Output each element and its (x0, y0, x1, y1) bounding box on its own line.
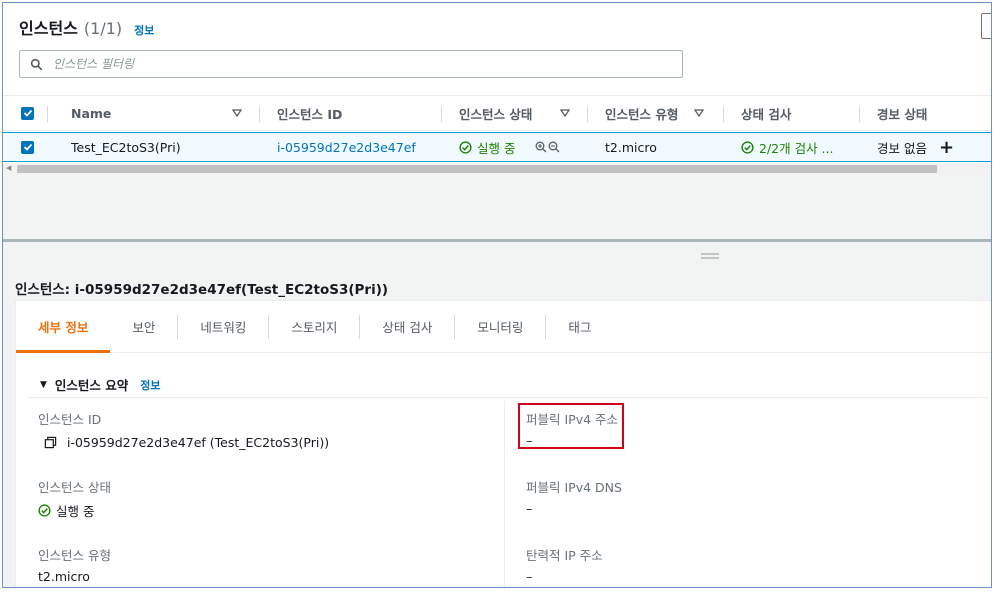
sort-down-icon[interactable] (231, 107, 243, 119)
field-value-instance-type: t2.micro (38, 569, 90, 584)
col-header-instance-id[interactable]: 인스턴스 ID (277, 96, 427, 130)
field-value-elastic-ip: – (526, 569, 533, 584)
table-header: Name 인스턴스 ID 인스턴스 상태 인스턴스 유형 상태 검사 경보 상태 (3, 95, 991, 131)
zoom-in-icon[interactable] (535, 141, 547, 153)
col-header-status-check[interactable]: 상태 검사 (741, 96, 851, 130)
sort-down-icon[interactable] (693, 107, 705, 119)
panel-header: 인스턴스 (1/1) 정보 (19, 15, 154, 39)
detail-tabs: 세부 정보 보안 네트워킹 스토리지 상태 검사 모니터링 태그 (16, 301, 991, 353)
col-header-status-check-label: 상태 검사 (741, 106, 792, 122)
search-icon (30, 58, 43, 70)
sort-down-icon[interactable] (559, 107, 571, 119)
select-all-checkbox[interactable] (21, 106, 34, 120)
select-all-cell[interactable] (21, 96, 34, 130)
field-label-instance-id: 인스턴스 ID (38, 412, 102, 427)
row-state: 실행 중 (459, 133, 587, 161)
row-select-cell[interactable] (21, 133, 34, 161)
col-header-name-label: Name (71, 105, 112, 121)
success-check-icon (741, 140, 754, 154)
instance-detail-panel: 인스턴스: i-05959d27e2d3e47ef(Test_EC2toS3(P… (3, 242, 991, 587)
row-status-check[interactable]: 2/2개 검사 ... (741, 133, 853, 161)
field-label-elastic-ip: 탄력적 IP 주소 (526, 548, 603, 563)
tab-networking[interactable]: 네트워킹 (178, 301, 268, 352)
section-info-link[interactable]: 정보 (140, 377, 160, 393)
row-status-check-label: 2/2개 검사 ... (759, 140, 834, 156)
instances-list-panel: 인스턴스 (1/1) 정보 Name (3, 3, 991, 239)
success-check-icon (38, 504, 51, 517)
instance-id-value: i-05959d27e2d3e47ef (Test_EC2toS3(Pri)) (67, 435, 330, 450)
scrollbar-thumb[interactable] (17, 165, 937, 173)
row-alarm: 경보 없음 + (877, 133, 987, 161)
col-header-alarm[interactable]: 경보 상태 (877, 96, 977, 130)
info-link[interactable]: 정보 (134, 22, 154, 38)
col-header-instance-type-label: 인스턴스 유형 (605, 106, 679, 122)
caret-down-icon[interactable]: ▼ (40, 380, 47, 390)
row-type: t2.micro (605, 139, 657, 155)
field-label-instance-state: 인스턴스 상태 (38, 480, 111, 495)
panel-title: 인스턴스 (19, 19, 78, 38)
table-empty-area (3, 175, 991, 239)
col-header-instance-type[interactable]: 인스턴스 유형 (605, 96, 705, 130)
col-header-instance-state-label: 인스턴스 상태 (459, 106, 533, 122)
filter-box[interactable] (19, 50, 683, 78)
filter-input[interactable] (53, 57, 653, 71)
col-header-alarm-label: 경보 상태 (877, 106, 928, 122)
field-value-instance-state: 실행 중 (38, 501, 94, 520)
tab-monitoring[interactable]: 모니터링 (455, 301, 545, 352)
actions-button[interactable] (981, 13, 991, 39)
row-checkbox[interactable] (21, 140, 34, 154)
field-value-instance-id: i-05959d27e2d3e47ef (Test_EC2toS3(Pri)) (44, 435, 329, 450)
section-title: 인스턴스 요약 (54, 378, 129, 393)
section-header[interactable]: ▼ 인스턴스 요약 정보 (40, 375, 161, 394)
highlight-box (518, 403, 624, 449)
check-icon (23, 109, 32, 117)
col-header-instance-id-label: 인스턴스 ID (277, 106, 343, 122)
scroll-left-icon[interactable]: ◀ (6, 164, 11, 172)
ec2-console-frame: 인스턴스 (1/1) 정보 Name (2, 2, 992, 588)
table-row[interactable]: Test_EC2toS3(Pri) i-05959d27e2d3e47ef 실행… (3, 132, 991, 162)
row-instance-id-link[interactable]: i-05959d27e2d3e47ef (277, 133, 437, 161)
row-name: Test_EC2toS3(Pri) (71, 139, 181, 155)
success-check-icon (459, 140, 472, 154)
instance-state-value: 실행 중 (56, 504, 95, 519)
row-state-label: 실행 중 (477, 140, 516, 156)
tab-tags[interactable]: 태그 (546, 301, 613, 352)
tab-status-checks[interactable]: 상태 검사 (360, 301, 454, 352)
check-icon (23, 143, 32, 151)
row-alarm-label: 경보 없음 (877, 140, 927, 156)
resize-grip-icon[interactable] (701, 253, 719, 259)
copy-icon[interactable] (44, 436, 57, 449)
col-header-instance-state[interactable]: 인스턴스 상태 (459, 96, 571, 130)
detail-title: 인스턴스: i-05959d27e2d3e47ef(Test_EC2toS3(P… (15, 282, 389, 298)
zoom-out-icon[interactable] (548, 141, 560, 153)
add-alarm-icon[interactable]: + (939, 137, 954, 158)
field-label-instance-type: 인스턴스 유형 (38, 548, 111, 563)
detail-card: 세부 정보 보안 네트워킹 스토리지 상태 검사 모니터링 태그 ▼ 인스턴스 … (15, 300, 991, 587)
col-header-name[interactable]: Name (71, 96, 243, 130)
tab-security[interactable]: 보안 (110, 301, 177, 352)
field-label-public-dns: 퍼블릭 IPv4 DNS (526, 480, 622, 495)
tab-storage[interactable]: 스토리지 (269, 301, 359, 352)
instance-count: (1/1) (83, 19, 123, 38)
tab-details[interactable]: 세부 정보 (16, 301, 111, 353)
field-value-public-dns: – (526, 501, 533, 516)
horizontal-scrollbar[interactable]: ◀ (3, 163, 991, 175)
